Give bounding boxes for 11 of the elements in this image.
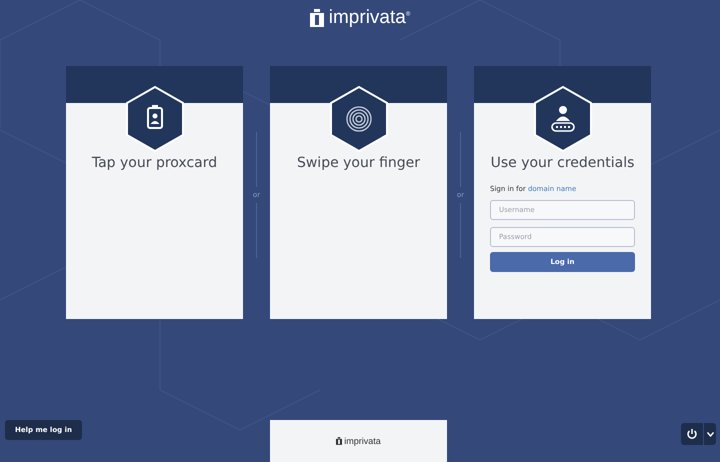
method-title: Use your credentials [490, 155, 634, 171]
caret-icon [706, 432, 714, 436]
method-title: Tap your proxcard [92, 155, 218, 171]
logo-icon [310, 9, 324, 27]
logo-text: imprivata [344, 436, 381, 446]
caret-button[interactable] [704, 423, 716, 445]
power-button[interactable] [681, 423, 703, 445]
logo-text: imprivata$^{®}$ [328, 7, 410, 29]
power-icon [686, 428, 698, 440]
logo-icon [336, 437, 342, 445]
method-title: Swipe your finger [296, 155, 420, 171]
